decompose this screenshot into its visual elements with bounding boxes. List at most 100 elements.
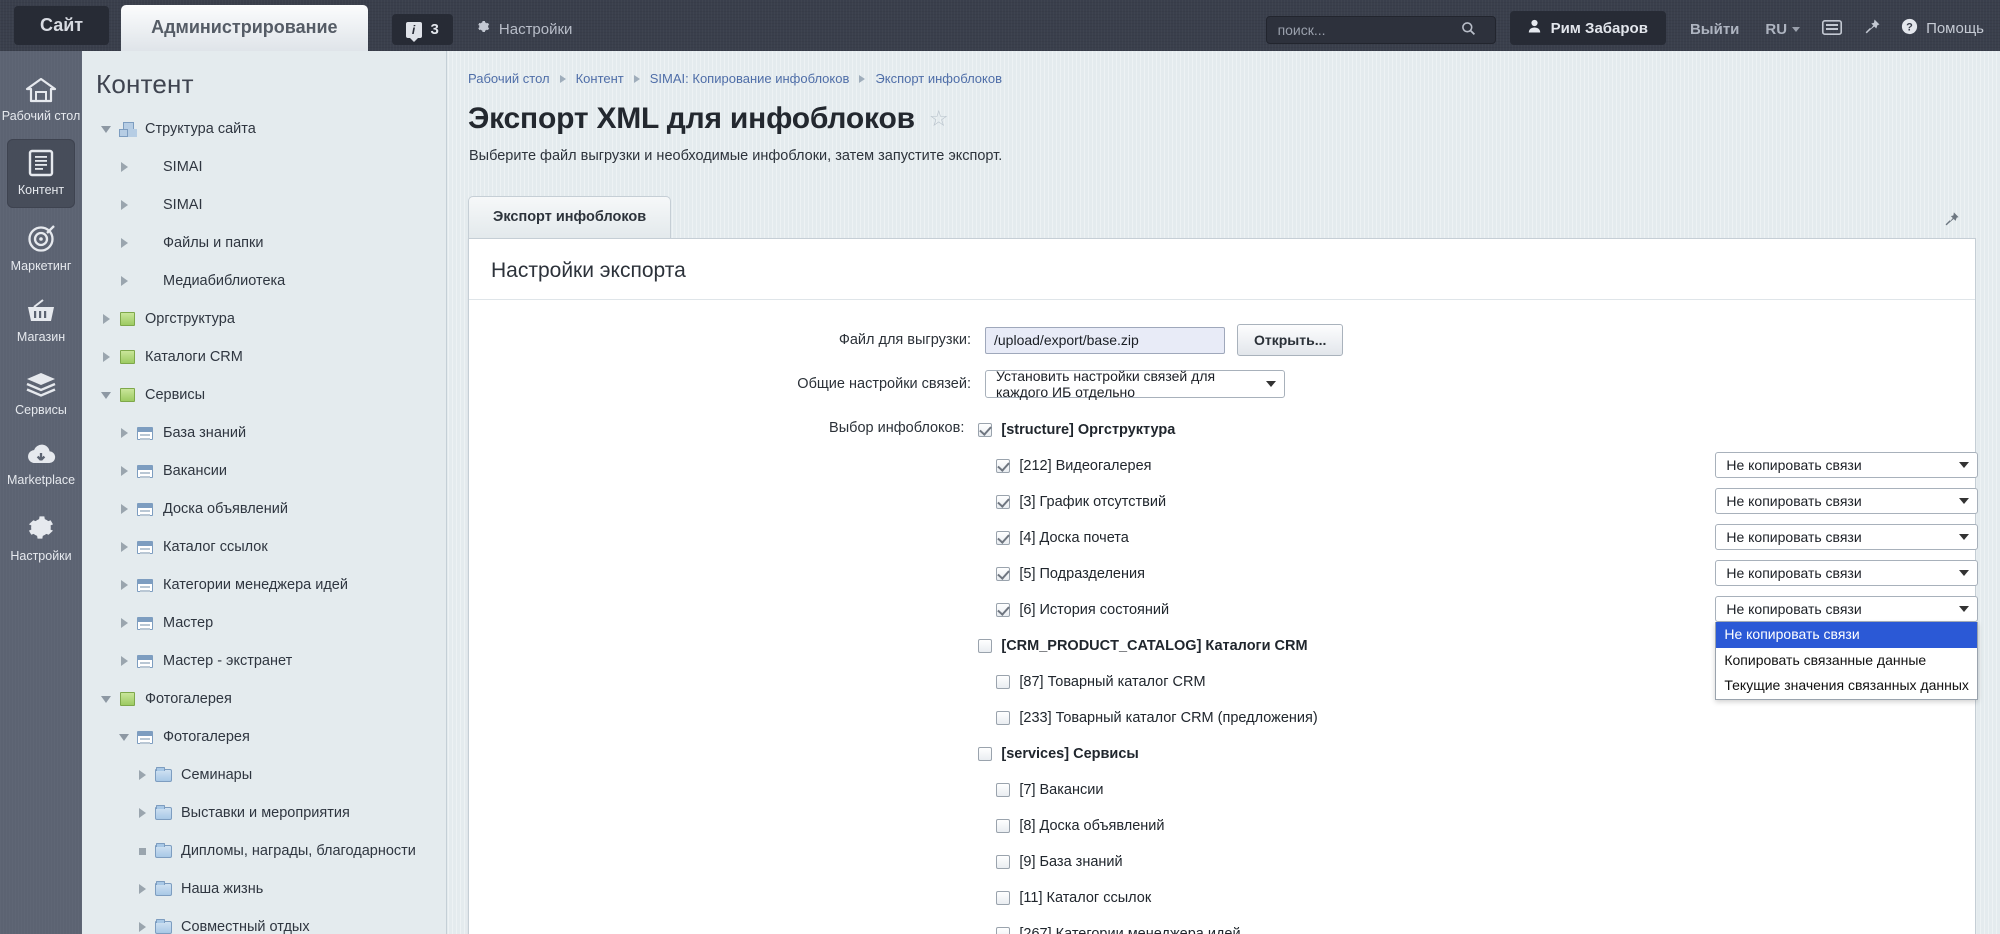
infoblock-checkbox[interactable] <box>996 927 1011 934</box>
open-file-button[interactable]: Открыть... <box>1237 324 1344 356</box>
infoblock-checkbox[interactable] <box>996 783 1011 797</box>
admin-tab[interactable]: Администрирование <box>121 5 368 51</box>
tree-toggle-icon[interactable] <box>114 200 134 210</box>
tree-item[interactable]: SIMAI <box>82 148 446 186</box>
infoblock-checkbox[interactable] <box>996 675 1011 689</box>
tree-toggle-icon[interactable] <box>114 276 134 286</box>
tree-toggle-icon[interactable] <box>96 352 116 362</box>
rail-item-settings[interactable]: Настройки <box>0 503 82 573</box>
infoblock-checkbox[interactable] <box>978 639 993 653</box>
file-label: Файл для выгрузки: <box>838 332 971 348</box>
notifications-badge[interactable]: i 3 <box>391 14 453 45</box>
user-menu-button[interactable]: Рим Забаров <box>1509 11 1666 45</box>
logout-link[interactable]: Выйти <box>1690 21 1739 38</box>
tree-item[interactable]: Файлы и папки <box>82 224 446 262</box>
search-icon[interactable] <box>1461 21 1476 39</box>
rail-item-desktop[interactable]: Рабочий стол <box>0 67 82 133</box>
rail-item-marketplace[interactable]: Marketplace <box>0 433 82 497</box>
tree-toggle-icon[interactable] <box>132 884 152 894</box>
tree-toggle-icon[interactable] <box>114 656 134 666</box>
tree-toggle-icon[interactable] <box>114 428 134 438</box>
infoblock-checkbox[interactable] <box>996 459 1011 473</box>
rail-item-services[interactable]: Сервисы <box>0 361 82 427</box>
tree-item[interactable]: Медиабиблиотека <box>82 262 446 300</box>
help-link[interactable]: ? Помощь <box>1901 18 1984 39</box>
tree-item[interactable]: Оргструктура <box>82 300 446 338</box>
tree-toggle-icon[interactable] <box>114 238 134 248</box>
star-outline-icon[interactable]: ☆ <box>929 106 949 132</box>
tree-toggle-icon[interactable] <box>96 391 116 399</box>
infoblock-checkbox[interactable] <box>996 603 1011 617</box>
dropdown-option[interactable]: Не копировать связи <box>1716 622 1978 648</box>
tree-item[interactable]: Вакансии <box>82 452 446 490</box>
dropdown-option[interactable]: Копировать связанные данные <box>1716 648 1977 674</box>
search-box[interactable] <box>1265 16 1496 44</box>
tree-item[interactable]: Совместный отдых <box>82 908 446 934</box>
tree-item[interactable]: База знаний <box>82 414 446 452</box>
infoblock-checkbox[interactable] <box>996 711 1011 725</box>
tree-item[interactable]: Каталог ссылок <box>82 528 446 566</box>
tree-item[interactable]: Выставки и мероприятия <box>82 794 446 832</box>
infoblock-checkbox[interactable] <box>996 567 1011 581</box>
tree-item[interactable]: Структура сайта <box>82 110 446 148</box>
infoblock-links-select[interactable]: Не копировать связи <box>1715 488 1979 514</box>
tree-item[interactable]: Дипломы, награды, благодарности <box>82 832 446 870</box>
keyboard-button[interactable] <box>1822 20 1843 40</box>
tree-item[interactable]: Доска объявлений <box>82 490 446 528</box>
breadcrumb-item[interactable]: Рабочий стол <box>468 71 550 86</box>
infoblock-checkbox[interactable] <box>978 747 993 761</box>
tree-toggle-icon[interactable] <box>114 580 134 590</box>
green-block-icon <box>116 388 138 404</box>
tree-item[interactable]: Категории менеджера идей <box>82 566 446 604</box>
tab-export-infoblocks[interactable]: Экспорт инфоблоков <box>468 196 672 238</box>
tree-item[interactable]: Мастер <box>82 604 446 642</box>
tree-toggle-icon[interactable] <box>132 808 152 818</box>
tree-toggle-icon[interactable] <box>114 466 134 476</box>
infoblock-checkbox[interactable] <box>996 891 1011 905</box>
infoblock-checkbox[interactable] <box>996 531 1011 545</box>
tree-item[interactable]: Мастер - экстранет <box>82 642 446 680</box>
global-links-select[interactable]: Установить настройки связей для каждого … <box>985 368 1285 400</box>
tree-toggle-icon[interactable] <box>114 162 134 172</box>
pin-icon[interactable] <box>1944 211 1960 232</box>
infoblock-checkbox[interactable] <box>996 495 1011 509</box>
infoblock-checkbox[interactable] <box>996 819 1011 833</box>
site-button[interactable]: Сайт <box>14 6 110 45</box>
tree-toggle-icon[interactable] <box>96 125 116 133</box>
tree-toggle-icon[interactable] <box>114 542 134 552</box>
tree-toggle-icon[interactable] <box>114 504 134 514</box>
links-dropdown-menu[interactable]: Не копировать связи Копировать связанные … <box>1715 622 1979 701</box>
tree-toggle-icon[interactable] <box>96 695 116 703</box>
tree-toggle-icon[interactable] <box>96 314 116 324</box>
breadcrumb-item[interactable]: SIMAI: Копирование инфоблоков <box>650 71 850 86</box>
breadcrumb-item[interactable]: Экспорт инфоблоков <box>875 71 1002 86</box>
tree-toggle-icon[interactable] <box>114 733 134 741</box>
tree-toggle-icon[interactable] <box>132 922 152 932</box>
tree-item[interactable]: SIMAI <box>82 186 446 224</box>
search-input[interactable] <box>1275 21 1461 39</box>
language-switch[interactable]: RU <box>1765 21 1801 38</box>
breadcrumb-item[interactable]: Контент <box>576 71 624 86</box>
tree-item[interactable]: Фотогалерея <box>82 718 446 756</box>
infoblock-links-select[interactable]: Не копировать связи <box>1715 452 1979 478</box>
dropdown-option[interactable]: Текущие значения связанных данных <box>1716 673 1977 699</box>
tree-item[interactable]: Фотогалерея <box>82 680 446 718</box>
infoblock-links-select[interactable]: Не копировать связи <box>1715 524 1979 550</box>
settings-link[interactable]: Настройки <box>475 19 572 39</box>
tree-item[interactable]: Каталоги CRM <box>82 338 446 376</box>
pin-button[interactable] <box>1864 18 1881 40</box>
infoblock-links-select[interactable]: Не копировать связи <box>1715 560 1979 586</box>
tree-item[interactable]: Наша жизнь <box>82 870 446 908</box>
infoblock-links-select[interactable]: Не копировать связи <box>1715 596 1979 622</box>
tree-toggle-icon[interactable] <box>114 618 134 628</box>
infoblock-checkbox[interactable] <box>996 855 1011 869</box>
infoblock-checkbox[interactable] <box>978 423 993 437</box>
rail-item-shop[interactable]: Магазин <box>0 289 82 354</box>
tree-toggle-icon[interactable] <box>132 847 152 855</box>
export-file-input[interactable] <box>985 326 1225 354</box>
rail-item-marketing[interactable]: Маркетинг <box>0 214 82 283</box>
tree-toggle-icon[interactable] <box>132 770 152 780</box>
rail-item-content[interactable]: Контент <box>7 139 75 208</box>
tree-item[interactable]: Сервисы <box>82 376 446 414</box>
tree-item[interactable]: Семинары <box>82 756 446 794</box>
